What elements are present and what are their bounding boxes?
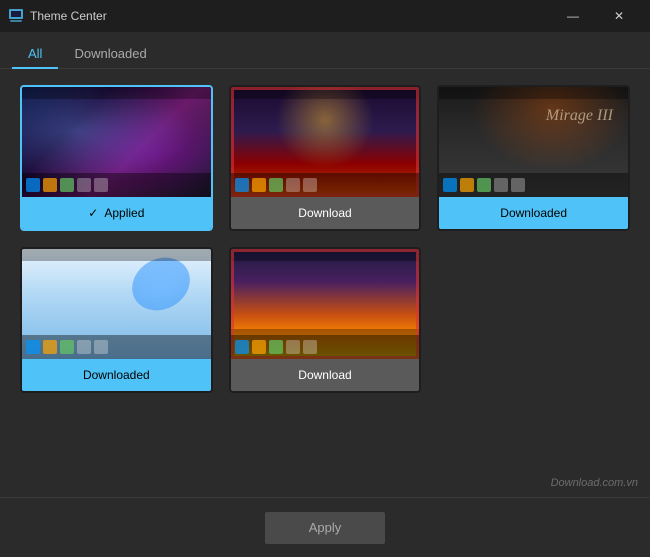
- app-icon: [8, 8, 24, 24]
- title-bar-text: Theme Center: [30, 9, 550, 23]
- tab-all[interactable]: All: [12, 40, 58, 69]
- theme-label-3: Downloaded: [439, 197, 628, 229]
- preview-icon: [60, 178, 74, 192]
- tabs-bar: All Downloaded: [0, 32, 650, 69]
- preview-topbar: [439, 87, 628, 99]
- preview-icon: [252, 340, 266, 354]
- theme-card-5[interactable]: Download: [229, 247, 422, 393]
- preview-icon: [26, 178, 40, 192]
- bottom-bar: Apply: [0, 497, 650, 557]
- preview-icon: [460, 178, 474, 192]
- preview-taskbar-1: [22, 173, 211, 197]
- apply-button[interactable]: Apply: [265, 512, 385, 544]
- check-icon: ✓: [88, 206, 98, 220]
- preview-icon: [443, 178, 457, 192]
- preview-icon: [303, 178, 317, 192]
- theme-label-2: Download: [231, 197, 420, 229]
- preview-taskbar-4: [22, 335, 211, 359]
- preview-icon: [252, 178, 266, 192]
- theme-card-2[interactable]: Download: [229, 85, 422, 231]
- preview-icon: [477, 178, 491, 192]
- preview-taskbar-3: [439, 173, 628, 197]
- preview-icon: [77, 340, 91, 354]
- preview-icon: [26, 340, 40, 354]
- theme-grid: ✓ Applied Download: [20, 85, 630, 393]
- theme-preview-4: [22, 249, 211, 359]
- preview-icon: [43, 178, 57, 192]
- title-bar-controls: — ✕: [550, 0, 642, 32]
- theme-content: ✓ Applied Download: [0, 69, 650, 497]
- preview-icon: [286, 178, 300, 192]
- tab-downloaded[interactable]: Downloaded: [58, 40, 162, 69]
- preview-taskbar-5: [231, 335, 420, 359]
- preview-icon: [303, 340, 317, 354]
- preview-icon: [269, 340, 283, 354]
- preview-topbar: [231, 249, 420, 261]
- close-button[interactable]: ✕: [596, 0, 642, 32]
- theme-preview-2: [231, 87, 420, 197]
- theme-card-4[interactable]: Downloaded: [20, 247, 213, 393]
- theme-label-1: ✓ Applied: [22, 197, 211, 229]
- preview-topbar: [22, 87, 211, 99]
- title-bar: Theme Center — ✕: [0, 0, 650, 32]
- theme-card-3[interactable]: Mirage III Downloaded: [437, 85, 630, 231]
- theme-preview-5: [231, 249, 420, 359]
- preview-icon: [94, 340, 108, 354]
- minimize-button[interactable]: —: [550, 0, 596, 32]
- mirage-text: Mirage III: [546, 107, 613, 125]
- theme-preview-1: [22, 87, 211, 197]
- preview-icon: [235, 340, 249, 354]
- preview-taskbar-2: [231, 173, 420, 197]
- preview-topbar: [231, 87, 420, 99]
- preview-icon: [286, 340, 300, 354]
- preview-icon: [43, 340, 57, 354]
- preview-icon: [77, 178, 91, 192]
- preview-icon: [494, 178, 508, 192]
- theme-label-5: Download: [231, 359, 420, 391]
- preview-icon: [94, 178, 108, 192]
- preview-icon: [235, 178, 249, 192]
- preview-icon: [269, 178, 283, 192]
- theme-label-4: Downloaded: [22, 359, 211, 391]
- watermark: Download.com.vn: [551, 477, 638, 489]
- theme-card-1[interactable]: ✓ Applied: [20, 85, 213, 231]
- preview-icon: [60, 340, 74, 354]
- preview-topbar: [22, 249, 211, 261]
- preview-icon: [511, 178, 525, 192]
- theme-preview-3: Mirage III: [439, 87, 628, 197]
